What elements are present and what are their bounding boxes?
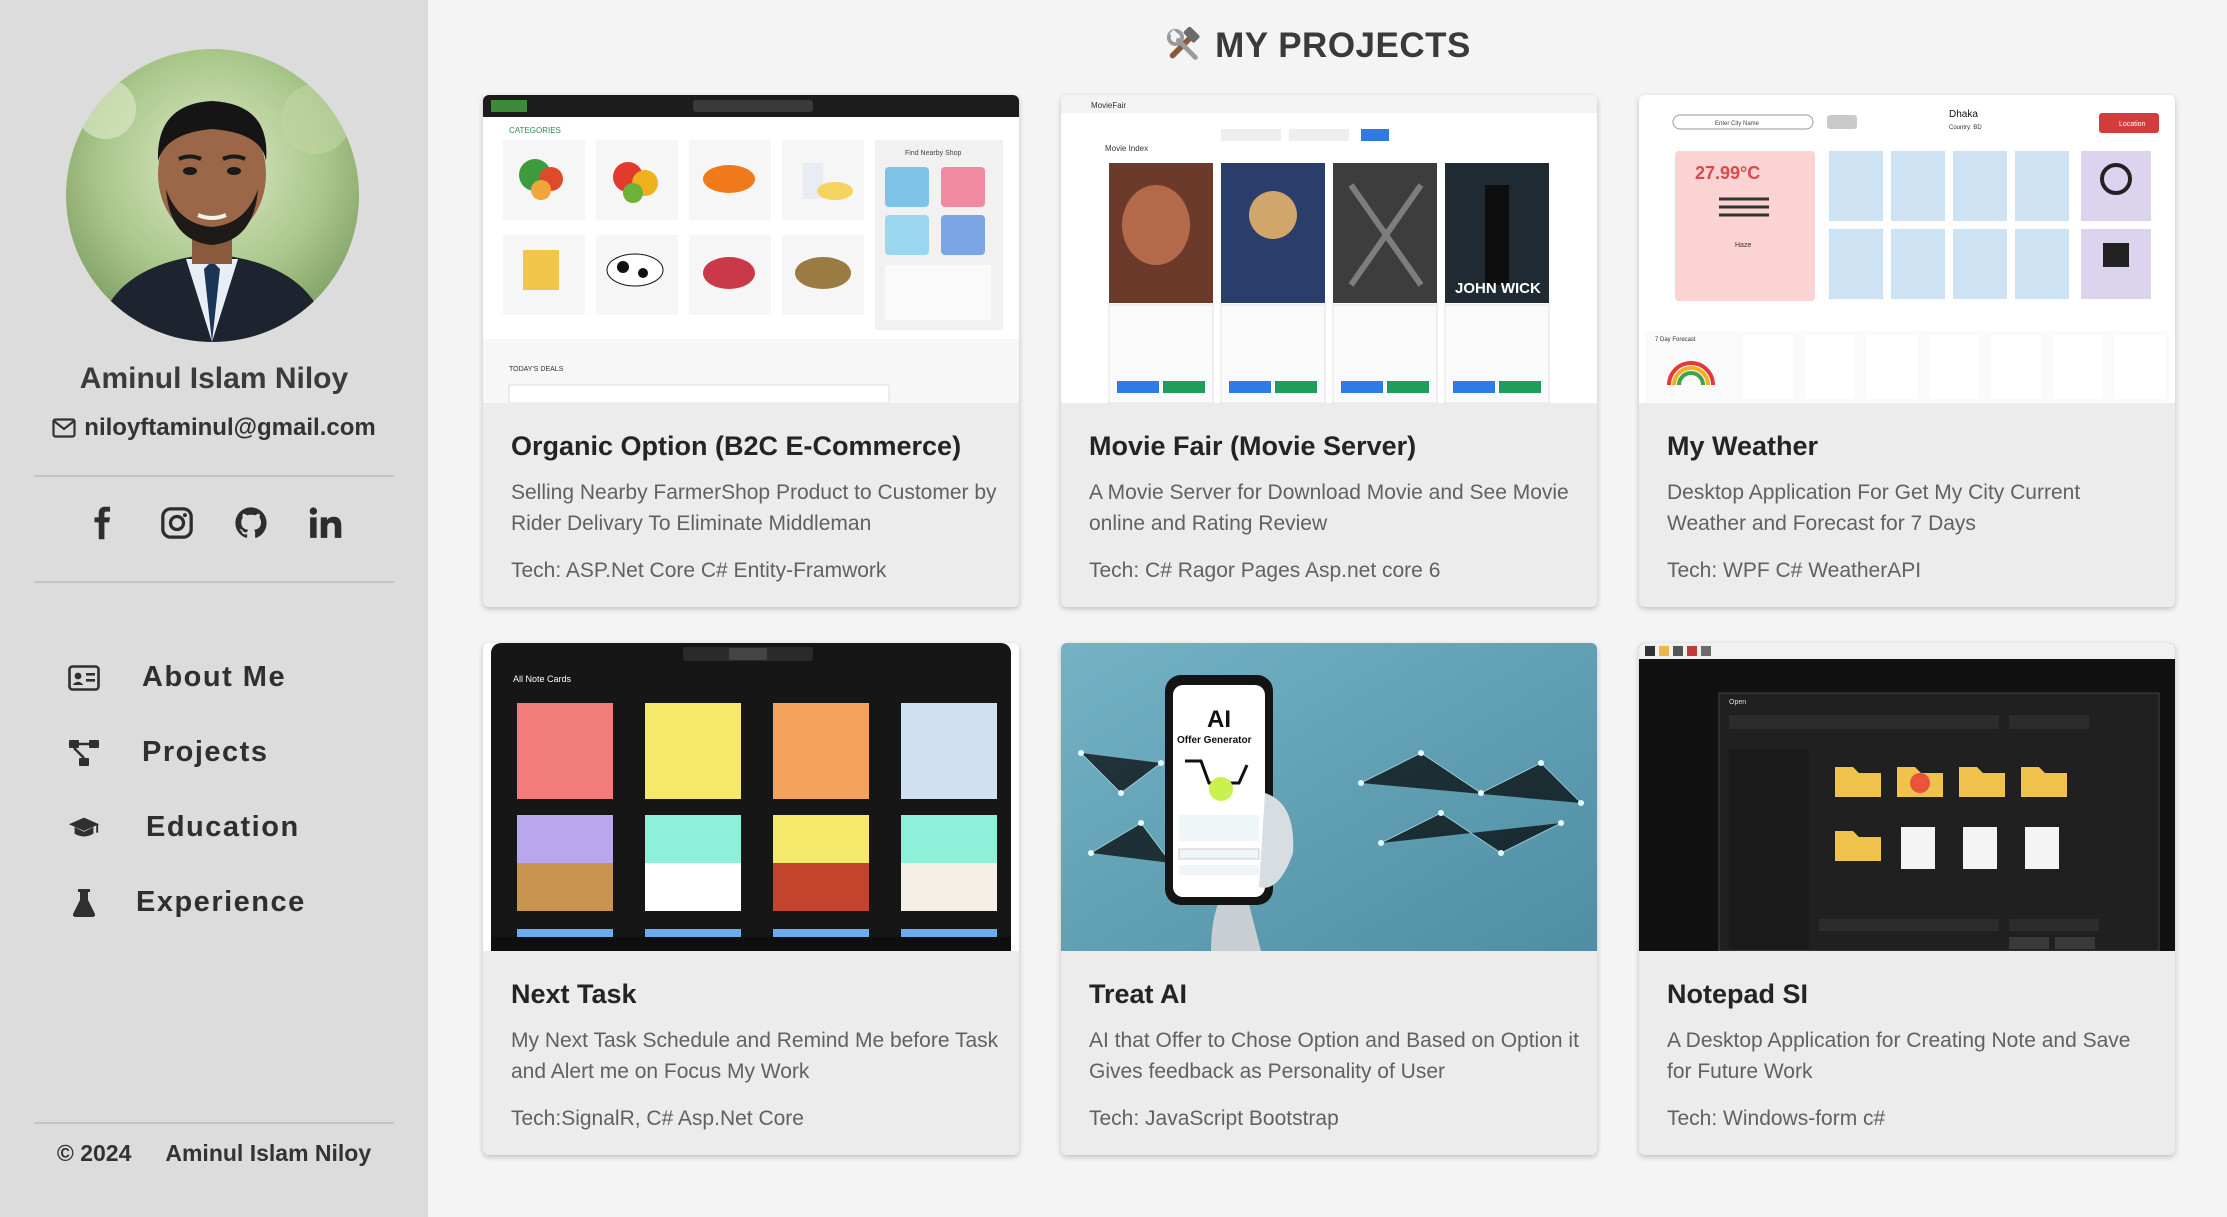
profile-email[interactable]: niloyftaminul@gmail.com <box>0 414 428 442</box>
thumb-dialog-title: Open <box>1729 699 1746 706</box>
project-card[interactable]: MovieFair Movie Index JOHN WICK Movie Fa… <box>1061 95 1597 607</box>
email-text: niloyftaminul@gmail.com <box>84 414 376 441</box>
thumb-weather-country: Country: BD <box>1949 125 1982 131</box>
profile-photo <box>66 49 359 342</box>
thumb-weather-city: Dhaka <box>1949 109 1978 120</box>
divider <box>34 1122 394 1124</box>
project-tech: Tech: ASP.Net Core C# Entity-Framwork <box>511 559 887 582</box>
nav-item-education[interactable]: Education <box>0 790 428 865</box>
project-description: Selling Nearby FarmerShop Product to Cus… <box>511 481 997 535</box>
project-card[interactable]: Open Notepad SI A Desktop Application fo… <box>1639 643 2175 1155</box>
copyright: © 2024 <box>56 1140 132 1166</box>
project-tech: Tech: C# Ragor Pages Asp.net core 6 <box>1089 559 1441 582</box>
thumb-weather-location: Location <box>2119 121 2146 128</box>
thumb-weather-search: Enter City Name <box>1715 121 1760 127</box>
project-thumbnail: MovieFair Movie Index JOHN WICK <box>1061 95 1597 403</box>
thumb-weather-condition: Haze <box>1735 242 1751 249</box>
weather-forecast-days <box>1743 335 2165 399</box>
project-thumbnail: Enter City Name Dhaka Country: BD Locati… <box>1639 95 2175 403</box>
nav-label: Projects <box>142 736 269 768</box>
linkedin-link[interactable] <box>307 505 343 541</box>
page-title: MY PROJECTS <box>428 26 2208 66</box>
project-card[interactable]: All Note Cards Next Task My Next Task Sc… <box>483 643 1019 1155</box>
social-links <box>0 505 428 541</box>
thumb-weather-temp: 27.99°C <box>1695 163 1760 183</box>
thumb-categories-label: CATEGORIES <box>509 126 561 135</box>
facebook-icon <box>94 506 111 540</box>
page-title-text: MY PROJECTS <box>1215 26 1471 65</box>
project-description: My Next Task Schedule and Remind Me befo… <box>511 1029 999 1083</box>
project-title: Notepad SI <box>1667 979 1809 1009</box>
facebook-link[interactable] <box>85 505 121 541</box>
main-content: MY PROJECTS CATEGORIES Find Nearby Shop … <box>428 0 2227 1217</box>
graduation-cap-icon <box>64 811 104 845</box>
thumb-weather-forecast: 7 Day Forecast <box>1655 337 1696 343</box>
nav-item-about[interactable]: About Me <box>0 640 428 715</box>
project-thumbnail: Open <box>1639 643 2175 951</box>
thumb-movie-brand: MovieFair <box>1091 101 1126 110</box>
notepad-toolbar <box>1645 646 1711 656</box>
flask-icon <box>64 886 104 920</box>
instagram-icon <box>161 507 193 539</box>
project-title: Treat AI <box>1089 979 1188 1009</box>
project-card[interactable]: Enter City Name Dhaka Country: BD Locati… <box>1639 95 2175 607</box>
project-description: A Desktop Application for Creating Note … <box>1667 1029 2131 1083</box>
footer-author: Aminul Islam Niloy <box>165 1140 372 1166</box>
sidebar-footer: © 2024 Aminul Islam Niloy <box>0 1140 428 1167</box>
project-thumbnail: CATEGORIES Find Nearby Shop TODAY'S DEAL… <box>483 95 1019 403</box>
thumb-notes-header: All Note Cards <box>513 674 572 684</box>
linkedin-icon <box>309 507 342 538</box>
id-card-icon <box>64 661 104 695</box>
project-thumbnail: AI Offer Generator <box>1061 643 1597 951</box>
sidebar: Aminul Islam Niloy niloyftaminul@gmail.c… <box>0 0 428 1217</box>
project-tech: Tech:SignalR, C# Asp.Net Core <box>511 1107 804 1130</box>
thumb-nearby-label: Find Nearby Shop <box>905 150 962 157</box>
profile-name: Aminul Islam Niloy <box>79 362 349 395</box>
hammer-wrench-icon <box>1167 27 1200 60</box>
nav-item-projects[interactable]: Projects <box>0 715 428 790</box>
project-tech: Tech: WPF C# WeatherAPI <box>1667 559 1922 582</box>
nav-item-experience[interactable]: Experience <box>0 865 428 940</box>
thumb-deals-label: TODAY'S DEALS <box>509 366 564 373</box>
sidebar-nav: About Me Projects Education Experience <box>0 640 428 940</box>
avatar <box>66 49 359 342</box>
svg-text:JOHN WICK: JOHN WICK <box>1455 280 1541 297</box>
thumb-ai-subtitle: Offer Generator <box>1177 735 1252 746</box>
project-title: My Weather <box>1667 431 1819 461</box>
github-link[interactable] <box>233 505 269 541</box>
nav-label: Experience <box>136 886 306 918</box>
nav-label: Education <box>146 811 300 843</box>
project-card[interactable]: AI Offer Generator Treat AI AI that Offe… <box>1061 643 1597 1155</box>
project-thumbnail: All Note Cards <box>483 643 1019 951</box>
project-description: Desktop Application For Get My City Curr… <box>1667 481 2081 535</box>
nav-label: About Me <box>142 661 287 693</box>
project-tech: Tech: JavaScript Bootstrap <box>1089 1107 1339 1130</box>
thumb-movie-index: Movie Index <box>1105 144 1148 153</box>
project-title: Movie Fair (Movie Server) <box>1089 431 1417 461</box>
project-description: AI that Offer to Chose Option and Based … <box>1089 1029 1579 1083</box>
divider <box>34 475 394 477</box>
github-icon <box>235 507 267 538</box>
project-title: Next Task <box>511 979 637 1009</box>
project-card[interactable]: CATEGORIES Find Nearby Shop TODAY'S DEAL… <box>483 95 1019 607</box>
divider <box>34 581 394 583</box>
diagram-icon <box>64 736 104 770</box>
instagram-link[interactable] <box>159 505 195 541</box>
project-description: A Movie Server for Download Movie and Se… <box>1089 481 1569 535</box>
project-tech: Tech: Windows-form c# <box>1667 1107 1886 1130</box>
envelope-icon <box>52 418 76 438</box>
thumb-ai-title: AI <box>1207 706 1231 733</box>
project-title: Organic Option (B2C E-Commerce) <box>511 431 962 461</box>
